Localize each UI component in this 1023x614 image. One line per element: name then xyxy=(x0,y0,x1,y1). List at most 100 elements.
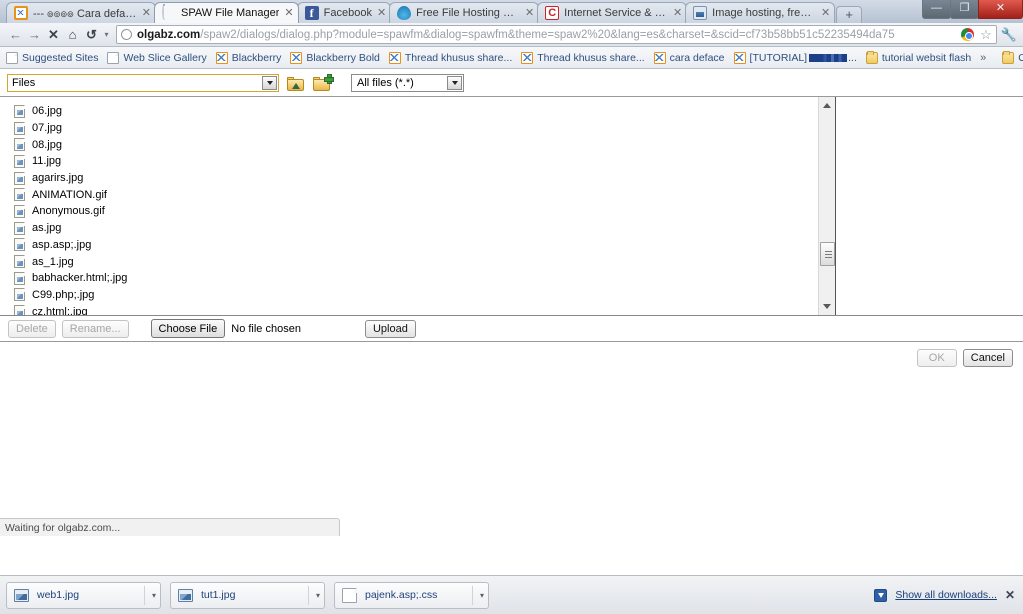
home-button[interactable]: ⌂ xyxy=(63,28,82,41)
rename-button[interactable]: Rename... xyxy=(61,319,129,338)
list-item[interactable]: as_1.jpg xyxy=(14,253,818,270)
globe-icon xyxy=(121,29,132,40)
list-item[interactable]: 07.jpg xyxy=(14,120,818,137)
list-item[interactable]: 08.jpg xyxy=(14,136,818,153)
downloads-shelf-actions: Show all downloads... ✕ xyxy=(874,588,1017,602)
chevron-down-icon[interactable] xyxy=(262,76,277,90)
bookmark-cara-deface[interactable]: cara deface xyxy=(653,51,725,64)
list-item[interactable]: agarirs.jpg xyxy=(14,170,818,187)
list-item[interactable]: as.jpg xyxy=(14,220,818,237)
page-icon xyxy=(6,51,18,64)
tab-close-icon[interactable]: ✕ xyxy=(284,7,293,19)
file-name: babhacker.html;.jpg xyxy=(32,272,128,285)
close-icon[interactable]: ✕ xyxy=(1005,589,1015,601)
download-item-pajenk[interactable]: pajenk.asp;.css ▾ xyxy=(334,581,489,609)
close-button[interactable]: ✕ xyxy=(978,0,1023,19)
bookmark-tutorial-redacted[interactable]: [TUTORIAL] ... xyxy=(733,51,857,64)
bookmarks-overflow-button[interactable]: » xyxy=(980,52,986,64)
bookmark-label: Thread khusus share... xyxy=(537,51,645,64)
tab-close-icon[interactable]: ✕ xyxy=(525,7,534,19)
scrollbar-track[interactable] xyxy=(819,114,836,298)
tab-image-hosting[interactable]: Image hosting, free pho... ✕ xyxy=(685,2,836,23)
bookmark-label: Blackberry xyxy=(231,51,282,64)
minimize-button[interactable]: — xyxy=(922,0,951,19)
file-type-filter-select[interactable]: All files (*.*) xyxy=(351,74,464,92)
new-folder-icon[interactable] xyxy=(313,74,334,92)
bookmark-star-icon[interactable]: ☆ xyxy=(980,28,992,41)
bookmark-thread-khusus-share-1[interactable]: Thread khusus share... xyxy=(388,51,512,64)
back-button[interactable]: ← xyxy=(6,28,25,41)
tab-close-icon[interactable]: ✕ xyxy=(821,7,830,19)
scrollbar-thumb[interactable] xyxy=(819,242,835,266)
file-upload-field[interactable]: Choose File No file chosen xyxy=(150,319,301,338)
choose-file-button[interactable]: Choose File xyxy=(150,319,226,338)
tab-close-icon[interactable]: ✕ xyxy=(142,7,151,19)
list-item[interactable]: asp.asp;.jpg xyxy=(14,237,818,254)
cancel-button[interactable]: Cancel xyxy=(962,349,1013,367)
reload-button[interactable]: ↺ xyxy=(82,28,101,41)
download-item-web1[interactable]: web1.jpg ▾ xyxy=(6,581,161,609)
download-item-tut1[interactable]: tut1.jpg ▾ xyxy=(170,581,325,609)
tab-spaw-file-manager[interactable]: SPAW File Manager ✕ xyxy=(154,2,299,23)
ok-button[interactable]: OK xyxy=(916,349,957,367)
navigation-toolbar: ← → ✕ ⌂ ↺ ▾ olgabz.com/spaw2/dialogs/dia… xyxy=(0,23,1023,47)
tab-close-icon[interactable]: ✕ xyxy=(673,7,682,19)
file-list[interactable]: 06.jpg 07.jpg 08.jpg 11.jpg agarirs.jpg … xyxy=(0,97,818,315)
wrench-menu-icon[interactable]: 🔧 xyxy=(1001,28,1017,41)
chevron-down-icon[interactable]: ▾ xyxy=(143,585,156,605)
chevron-down-icon[interactable]: ▾ xyxy=(471,585,484,605)
tab-free-file-hosting[interactable]: Free File Hosting Made ... ✕ xyxy=(389,2,540,23)
download-file-name: tut1.jpg xyxy=(201,589,236,601)
tab-close-icon[interactable]: ✕ xyxy=(377,7,386,19)
file-name: cz.html;.jpg xyxy=(32,305,88,315)
scrollbar-down-button[interactable] xyxy=(819,298,836,315)
list-item[interactable]: babhacker.html;.jpg xyxy=(14,270,818,287)
address-bar[interactable]: olgabz.com/spaw2/dialogs/dialog.php?modu… xyxy=(116,25,997,44)
download-file-name: web1.jpg xyxy=(37,589,80,601)
chevron-down-icon[interactable]: ▾ xyxy=(307,585,320,605)
file-name: as_1.jpg xyxy=(32,255,74,268)
image-file-icon xyxy=(14,154,25,168)
tab-facebook[interactable]: f Facebook ✕ xyxy=(296,2,392,23)
maximize-button[interactable]: ❐ xyxy=(950,0,979,19)
tab-cara-deface[interactable]: --- ๏๏๏๏ Cara deface w... ✕ xyxy=(6,2,156,23)
directory-select[interactable]: Files xyxy=(7,74,279,92)
tab-internet-service[interactable]: C Internet Service & Netw... ✕ xyxy=(537,2,688,23)
list-item[interactable]: C99.php;.jpg xyxy=(14,287,818,304)
image-file-icon xyxy=(14,188,25,202)
list-item[interactable]: 06.jpg xyxy=(14,103,818,120)
bookmarks-bar: Suggested Sites Web Slice Gallery Blackb… xyxy=(0,47,1023,69)
stop-button[interactable]: ✕ xyxy=(44,28,63,41)
upload-button[interactable]: Upload xyxy=(364,319,416,338)
show-all-downloads-link[interactable]: Show all downloads... xyxy=(895,589,997,601)
mail-icon xyxy=(215,51,228,64)
list-item[interactable]: Anonymous.gif xyxy=(14,203,818,220)
folder-up-icon[interactable] xyxy=(287,74,305,92)
bookmark-web-slice-gallery[interactable]: Web Slice Gallery xyxy=(107,51,207,64)
delete-button[interactable]: Delete xyxy=(8,319,56,338)
list-item[interactable]: 11.jpg xyxy=(14,153,818,170)
bookmark-thread-khusus-share-2[interactable]: Thread khusus share... xyxy=(521,51,645,64)
new-tab-button[interactable]: + xyxy=(836,6,863,23)
bookmark-suggested-sites[interactable]: Suggested Sites xyxy=(6,51,98,64)
page-content: Files All files (*.*) 06.jpg 07.jpg 08.j… xyxy=(0,69,1023,575)
directory-select-value: Files xyxy=(12,77,36,89)
download-file-name: pajenk.asp;.css xyxy=(365,589,438,601)
tab-label: Image hosting, free pho... xyxy=(712,7,816,19)
bookmark-tutorial-websit-flash[interactable]: tutorial websit flash xyxy=(865,50,971,64)
forward-button[interactable]: → xyxy=(25,28,44,41)
bookmark-other-bookmarks[interactable]: Other bookmarks xyxy=(994,50,1023,64)
list-item[interactable]: cz.html;.jpg xyxy=(14,303,818,315)
image-file-icon xyxy=(14,238,25,252)
url-text: olgabz.com/spaw2/dialogs/dialog.php?modu… xyxy=(137,29,895,41)
scrollbar-up-button[interactable] xyxy=(819,97,836,114)
chevron-down-icon[interactable] xyxy=(447,76,462,90)
document-file-icon xyxy=(342,587,357,603)
image-file-icon xyxy=(178,588,193,602)
list-item[interactable]: ANIMATION.gif xyxy=(14,186,818,203)
bookmark-blackberry-bold[interactable]: Blackberry Bold xyxy=(290,51,380,64)
reload-dropdown-caret-icon[interactable]: ▾ xyxy=(101,30,112,39)
tab-label: --- ๏๏๏๏ Cara deface w... xyxy=(33,8,137,20)
file-list-scrollbar[interactable] xyxy=(818,97,835,315)
bookmark-blackberry[interactable]: Blackberry xyxy=(215,51,282,64)
